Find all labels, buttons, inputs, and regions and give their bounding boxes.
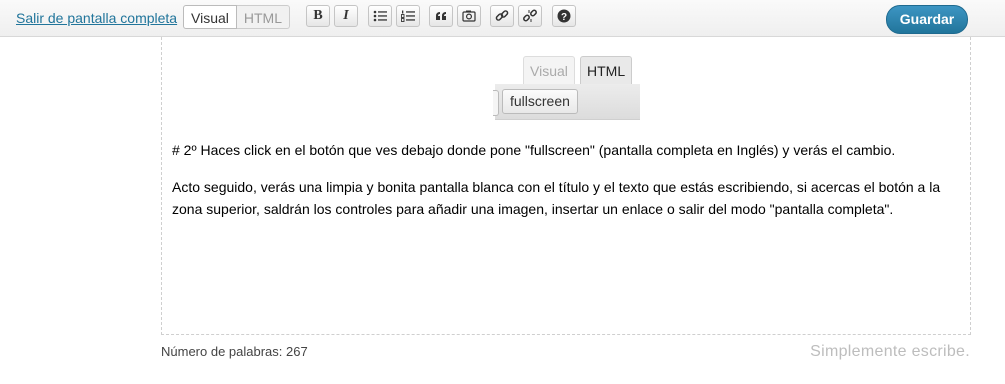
insert-media-icon [462, 10, 476, 22]
word-count: Número de palabras: 267 [161, 344, 308, 359]
numbered-list-icon [401, 10, 415, 22]
help-button[interactable]: ? [552, 5, 576, 27]
insert-media-button[interactable] [457, 5, 481, 27]
italic-button[interactable]: I [334, 5, 358, 27]
blockquote-button[interactable] [429, 5, 453, 27]
remove-link-icon [523, 9, 537, 22]
numbered-list-button[interactable] [396, 5, 420, 27]
fullscreen-toolbar: Salir de pantalla completa Visual HTML B… [0, 0, 1005, 37]
embedded-button-edge [493, 90, 499, 116]
embedded-tab-visual: Visual [523, 56, 575, 84]
blockquote-icon [436, 12, 446, 20]
paragraph: Acto seguido, verás una limpia y bonita … [172, 179, 941, 217]
bulleted-list-button[interactable] [368, 5, 392, 27]
bulleted-list-icon [373, 10, 387, 22]
tab-html[interactable]: HTML [236, 5, 291, 29]
insert-link-icon [495, 10, 509, 21]
italic-icon: I [343, 8, 349, 23]
paragraph: # 2º Haces click en el botón que ves deb… [172, 142, 896, 158]
embedded-button-bar: fullscreen [493, 84, 640, 120]
tab-visual[interactable]: Visual [183, 5, 237, 29]
remove-link-button[interactable] [518, 5, 542, 27]
help-icon: ? [557, 9, 571, 23]
tagline: Simplemente escribe. [810, 343, 970, 360]
editor-mode-tabs: Visual HTML [183, 5, 291, 29]
svg-text:?: ? [561, 12, 567, 23]
bold-button[interactable]: B [306, 5, 330, 27]
embedded-tab-html: HTML [580, 56, 633, 84]
insert-link-button[interactable] [490, 5, 514, 27]
editor-content-area[interactable]: Visual HTML fullscreen # 2º Haces click … [161, 37, 971, 335]
exit-fullscreen-link[interactable]: Salir de pantalla completa [16, 10, 177, 26]
bold-icon: B [313, 8, 323, 23]
save-button[interactable]: Guardar [886, 5, 968, 34]
embedded-fullscreen-button: fullscreen [502, 89, 578, 114]
embedded-screenshot: Visual HTML fullscreen [493, 56, 640, 120]
